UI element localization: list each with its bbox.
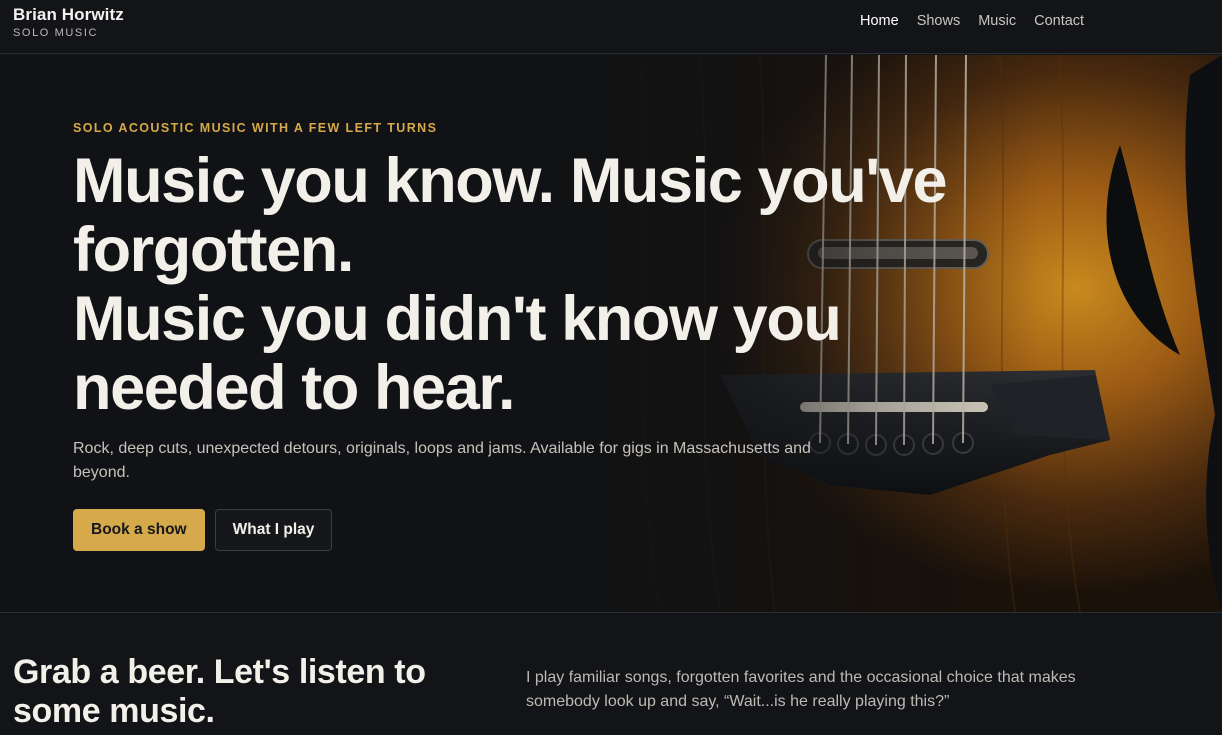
site-header: Brian Horwitz SOLO MUSIC Home Shows Musi… xyxy=(0,0,1222,54)
hero-section: SOLO ACOUSTIC MUSIC WITH A FEW LEFT TURN… xyxy=(0,55,1222,612)
main-nav: Home Shows Music Contact xyxy=(860,13,1084,29)
brand-name: Brian Horwitz xyxy=(13,5,124,24)
brand-subtitle: SOLO MUSIC xyxy=(13,27,99,39)
hero-eyebrow: SOLO ACOUSTIC MUSIC WITH A FEW LEFT TURN… xyxy=(73,121,438,135)
intro-section: Grab a beer. Let's listen to some music.… xyxy=(0,612,1222,735)
hero-title: Music you know. Music you've forgotten. … xyxy=(73,147,1033,423)
nav-contact[interactable]: Contact xyxy=(1034,13,1084,29)
intro-text: I play familiar songs, forgotten favorit… xyxy=(526,669,1076,710)
what-i-play-button[interactable]: What I play xyxy=(214,509,333,551)
hero-content: SOLO ACOUSTIC MUSIC WITH A FEW LEFT TURN… xyxy=(73,121,1033,551)
hero-lead: Rock, deep cuts, unexpected detours, ori… xyxy=(73,440,811,481)
hero-actions: Book a show What I play xyxy=(73,509,1033,551)
nav-shows[interactable]: Shows xyxy=(917,13,961,29)
hero-title-line-2: Music you didn't know you needed to hear… xyxy=(73,284,842,423)
hero-title-line-1: Music you know. Music you've forgotten. xyxy=(73,146,948,285)
nav-home[interactable]: Home xyxy=(860,13,899,29)
book-a-show-button[interactable]: Book a show xyxy=(73,509,205,551)
brand-logo[interactable]: Brian Horwitz SOLO MUSIC xyxy=(13,5,124,40)
intro-heading: Grab a beer. Let's listen to some music. xyxy=(13,653,426,730)
nav-music[interactable]: Music xyxy=(978,13,1016,29)
